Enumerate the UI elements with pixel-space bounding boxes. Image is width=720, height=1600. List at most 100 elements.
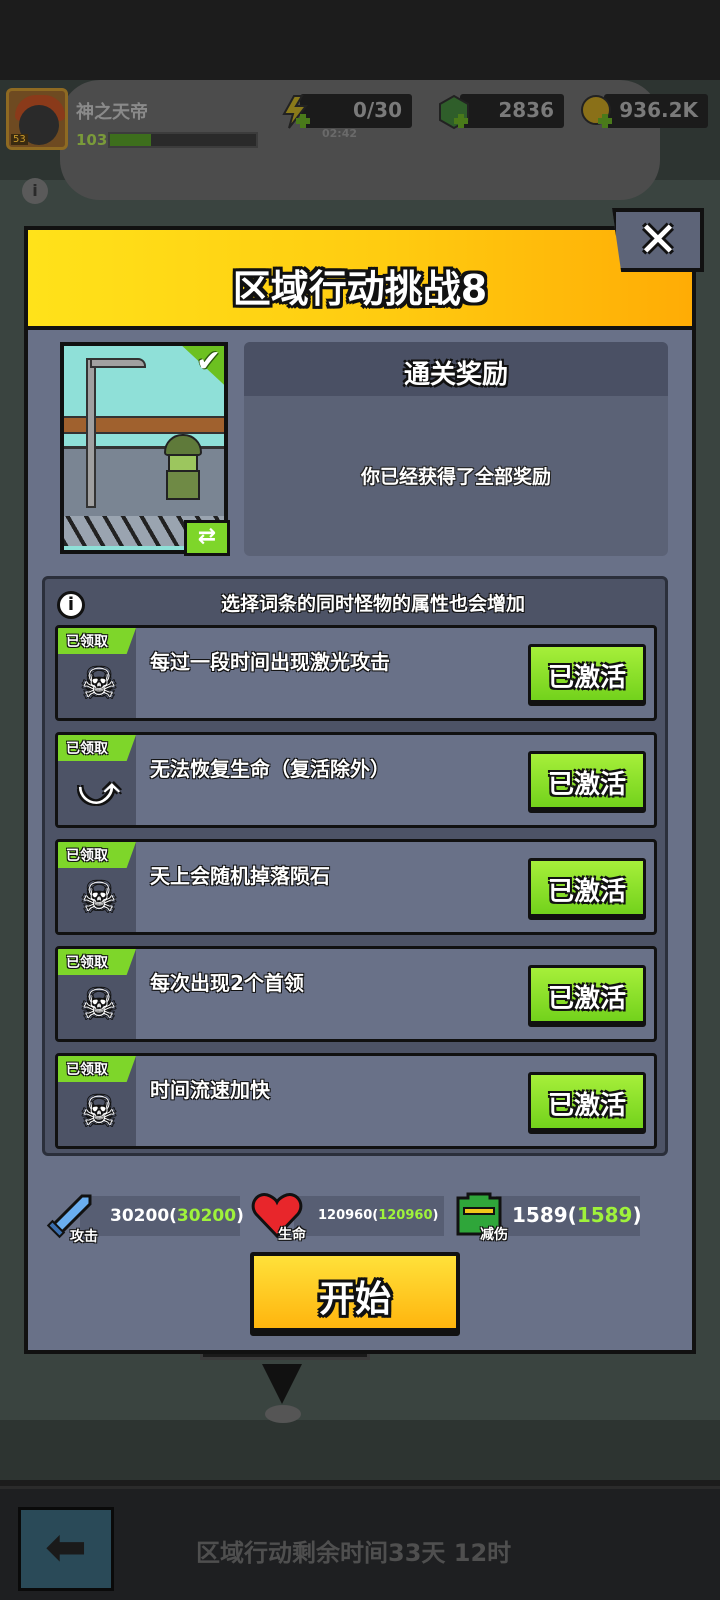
energy-timer: 02:42 bbox=[322, 127, 358, 140]
health-bonus: 120960 bbox=[378, 1208, 433, 1223]
rewards-header: 通关奖励 bbox=[244, 342, 668, 396]
event-remaining-time: 区域行动剩余时间33天 12时 bbox=[196, 1539, 512, 1567]
defense-bonus: 1589 bbox=[576, 1203, 633, 1227]
background-pin-base bbox=[265, 1405, 301, 1423]
condition-text: 无法恢复生命（复活除外） bbox=[150, 757, 390, 781]
energy-icon bbox=[282, 95, 310, 129]
back-button[interactable]: ⬅ bbox=[18, 1507, 114, 1591]
claimed-tag: 已领取 bbox=[58, 735, 136, 761]
health-value: 120960(120960) bbox=[318, 1208, 438, 1223]
activated-button-label: 已激活 bbox=[547, 663, 626, 693]
top-status-bar: 53 神之天帝 103 0/30 02:42 2836 936.2K bbox=[0, 80, 720, 160]
activated-button[interactable]: 已激活 bbox=[528, 751, 646, 813]
claimed-tag: 已领取 bbox=[58, 842, 136, 868]
conditions-header: 选择词条的同时怪物的属性也会增加 bbox=[220, 593, 525, 615]
rewards-message: 你已经获得了全部奖励 bbox=[360, 466, 551, 488]
attack-close: ) bbox=[236, 1206, 244, 1226]
swap-stage-button[interactable]: ⇄ bbox=[184, 520, 230, 556]
start-button-label: 开始 bbox=[318, 1279, 391, 1320]
close-button[interactable]: ✕ bbox=[612, 208, 704, 272]
checkmark-icon: ✔ bbox=[196, 344, 222, 379]
activated-button-label: 已激活 bbox=[547, 1091, 626, 1121]
claimed-tag: 已领取 bbox=[58, 1056, 136, 1082]
defense-stat: 1589(1589) bbox=[496, 1196, 642, 1236]
close-icon: ✕ bbox=[637, 212, 679, 268]
rewards-title: 通关奖励 bbox=[403, 360, 508, 390]
energy-counter[interactable]: 0/30 bbox=[300, 94, 412, 128]
info-icon[interactable]: i bbox=[57, 591, 85, 619]
no-heal-icon: ⤻ bbox=[77, 768, 121, 814]
condition-icon-box: ⤻ 已领取 bbox=[58, 735, 136, 825]
info-icon[interactable]: i bbox=[22, 178, 48, 204]
claimed-tag-label: 已领取 bbox=[66, 848, 108, 864]
skull-icon: ☠ bbox=[81, 661, 117, 707]
soldier-body bbox=[166, 470, 200, 500]
back-arrow-icon: ⬅ bbox=[45, 1518, 87, 1576]
activated-button[interactable]: 已激活 bbox=[528, 1072, 646, 1134]
attack-base: 30200( bbox=[110, 1206, 177, 1226]
street-lamp bbox=[86, 358, 96, 508]
condition-icon-box: ☠ 已领取 bbox=[58, 949, 136, 1039]
condition-row: ☠ 已领取 时间流速加快 已激活 bbox=[55, 1053, 657, 1149]
health-base: 120960( bbox=[318, 1208, 379, 1223]
condition-text: 时间流速加快 bbox=[150, 1078, 270, 1102]
xp-bar bbox=[108, 132, 258, 148]
claimed-tag-label: 已领取 bbox=[66, 741, 108, 757]
player-name: 神之天帝 bbox=[76, 102, 148, 123]
conditions-panel: i 选择词条的同时怪物的属性也会增加 ☠ 已领取 每过一段时间出现激光攻击 已激… bbox=[42, 576, 668, 1156]
claimed-tag-label: 已领取 bbox=[66, 634, 108, 650]
activated-button[interactable]: 已激活 bbox=[528, 644, 646, 706]
condition-row: ☠ 已领取 天上会随机掉落陨石 已激活 bbox=[55, 839, 657, 935]
defense-value: 1589(1589) bbox=[512, 1203, 642, 1227]
avatar[interactable]: 53 bbox=[6, 88, 68, 150]
activated-button-label: 已激活 bbox=[547, 877, 626, 907]
claimed-tag: 已领取 bbox=[58, 628, 136, 654]
claimed-tag-label: 已领取 bbox=[66, 1062, 108, 1078]
attack-bonus: 30200 bbox=[176, 1206, 237, 1226]
condition-text: 天上会随机掉落陨石 bbox=[150, 864, 330, 888]
game-screen: 53 神之天帝 103 0/30 02:42 2836 936.2K i 区域行… bbox=[0, 0, 720, 1600]
start-button[interactable]: 开始 bbox=[250, 1252, 460, 1336]
defense-close: ) bbox=[632, 1203, 642, 1227]
condition-icon-box: ☠ 已领取 bbox=[58, 628, 136, 718]
dialog-title: 区域行动挑战8 bbox=[232, 267, 488, 311]
avatar-level: 53 bbox=[11, 134, 28, 145]
background-pin-icon bbox=[262, 1364, 302, 1404]
condition-row: ☠ 已领取 每过一段时间出现激光攻击 已激活 bbox=[55, 625, 657, 721]
health-close: ) bbox=[432, 1208, 439, 1223]
dialog-header: 区域行动挑战8 bbox=[28, 230, 692, 330]
player-level: 103 bbox=[76, 131, 108, 149]
activated-button[interactable]: 已激活 bbox=[528, 858, 646, 920]
heart-icon: 生命 bbox=[250, 1190, 306, 1243]
condition-text: 每次出现2个首领 bbox=[150, 971, 304, 995]
claimed-tag: 已领取 bbox=[58, 949, 136, 975]
health-stat: 120960(120960) bbox=[294, 1196, 444, 1236]
bottom-bar: ⬅ 区域行动剩余时间33天 12时 bbox=[0, 1486, 720, 1600]
gem-icon bbox=[439, 94, 469, 130]
condition-text: 每过一段时间出现激光攻击 bbox=[150, 650, 390, 674]
condition-icon-box: ☠ 已领取 bbox=[58, 1056, 136, 1146]
zombie-soldier-icon bbox=[160, 434, 204, 500]
attack-stat: 30200(30200) bbox=[80, 1196, 244, 1236]
gem-value: 2836 bbox=[498, 98, 554, 122]
street-lamp-arm bbox=[90, 358, 146, 368]
armor-icon: 减伤 bbox=[452, 1190, 508, 1243]
soldier-helmet bbox=[164, 434, 202, 456]
gem-counter[interactable]: 2836 bbox=[460, 94, 564, 128]
challenge-dialog: 区域行动挑战8 ✔ ⇄ 通关奖励 你已经获得了全部奖励 i 选择词条的同时怪物的… bbox=[24, 226, 696, 1354]
coin-value: 936.2K bbox=[619, 98, 698, 122]
skull-icon: ☠ bbox=[81, 875, 117, 921]
activated-button-label: 已激活 bbox=[547, 770, 626, 800]
xp-bar-fill bbox=[110, 134, 151, 146]
sword-icon: 攻击 bbox=[42, 1192, 98, 1245]
defense-base: 1589( bbox=[512, 1203, 577, 1227]
health-label: 生命 bbox=[278, 1227, 306, 1243]
skull-icon: ☠ bbox=[81, 982, 117, 1028]
coin-counter[interactable]: 936.2K bbox=[604, 94, 708, 128]
condition-icon-box: ☠ 已领取 bbox=[58, 842, 136, 932]
energy-value: 0/30 bbox=[352, 98, 402, 122]
attack-value: 30200(30200) bbox=[110, 1206, 244, 1226]
attack-label: 攻击 bbox=[70, 1229, 98, 1245]
activated-button-label: 已激活 bbox=[547, 984, 626, 1014]
activated-button[interactable]: 已激活 bbox=[528, 965, 646, 1027]
